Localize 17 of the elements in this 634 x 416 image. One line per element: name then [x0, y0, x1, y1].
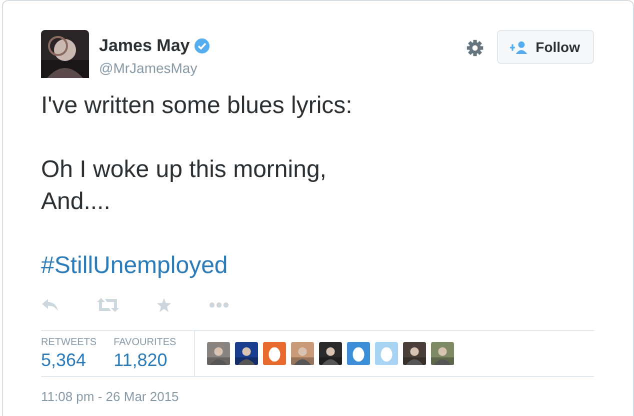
egg-avatar-icon[interactable] — [347, 342, 370, 365]
star-icon[interactable] — [157, 298, 171, 312]
tweet-text: I've written some blues lyrics: — [41, 91, 354, 121]
tweet-text: Oh I woke up this morning, — [41, 155, 328, 185]
author-handle[interactable]: @MrJamesMay — [99, 60, 210, 76]
stat-label: FAVOURITES — [114, 336, 176, 348]
author-name[interactable]: James May — [99, 36, 190, 56]
stat-count[interactable]: 5,364 — [41, 350, 97, 370]
settings-icon[interactable] — [466, 39, 484, 57]
stat-count[interactable]: 11,820 — [114, 350, 176, 370]
egg-avatar-icon[interactable] — [263, 342, 286, 365]
stat-label: RETWEETS — [41, 336, 97, 348]
add-person-icon — [510, 40, 528, 54]
follow-button[interactable]: Follow — [496, 30, 594, 64]
hashtag-link[interactable]: #StillUnemployed — [41, 250, 595, 282]
tweet-timestamp[interactable]: 11:08 pm - 26 Mar 2015 — [41, 389, 595, 404]
tweet-text: And.... — [41, 187, 112, 217]
